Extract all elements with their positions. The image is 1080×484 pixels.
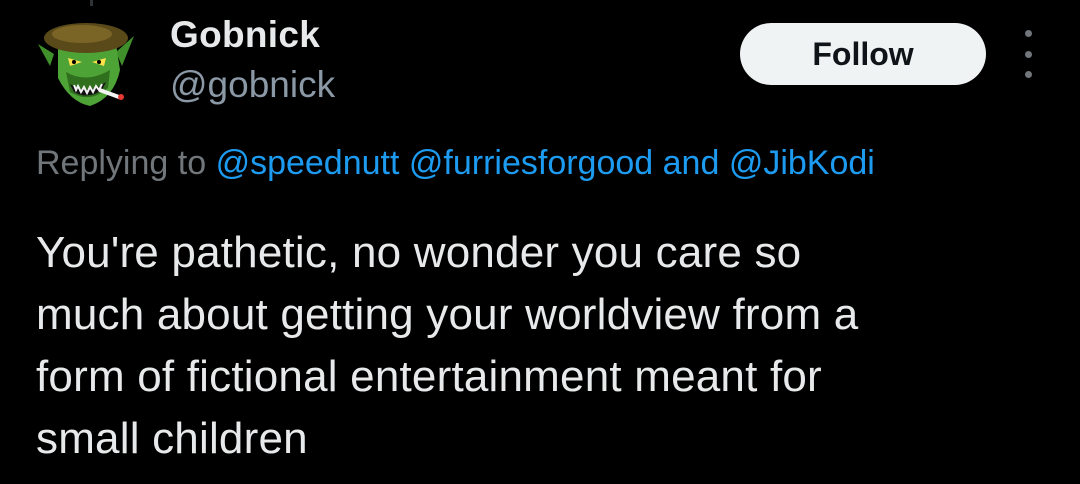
more-vertical-icon[interactable] [1010,30,1046,78]
reply-mention-joiner: and [662,144,720,182]
reply-mention-link[interactable]: @speednutt [216,144,400,182]
follow-button[interactable]: Follow [740,23,986,85]
tweet-text-line: small children [36,414,308,463]
author-display-name[interactable]: Gobnick [170,14,320,56]
more-dot [1024,71,1032,78]
thread-connector-line [90,0,93,6]
goblin-avatar-icon [38,23,134,106]
tweet-text-line: much about getting your worldview from a [36,290,859,339]
reply-mention-link[interactable]: @JibKodi [729,144,875,182]
author-handle[interactable]: @gobnick [170,64,335,106]
tweet-card: Gobnick @gobnick Follow Replying to @spe… [0,0,1080,484]
avatar[interactable] [36,14,136,114]
more-dot [1024,50,1032,58]
replying-to-label: Replying to [36,144,207,182]
tweet-text-line: form of fictional entertainment meant fo… [36,352,822,401]
more-dot [1024,30,1032,37]
reply-mention-link[interactable]: @furriesforgood [409,144,653,182]
replying-to-line: Replying to @speednutt @furriesforgood a… [36,144,875,183]
tweet-body-text: You're pathetic, no wonder you care so m… [36,222,1056,470]
tweet-text-line: You're pathetic, no wonder you care so [36,228,802,277]
